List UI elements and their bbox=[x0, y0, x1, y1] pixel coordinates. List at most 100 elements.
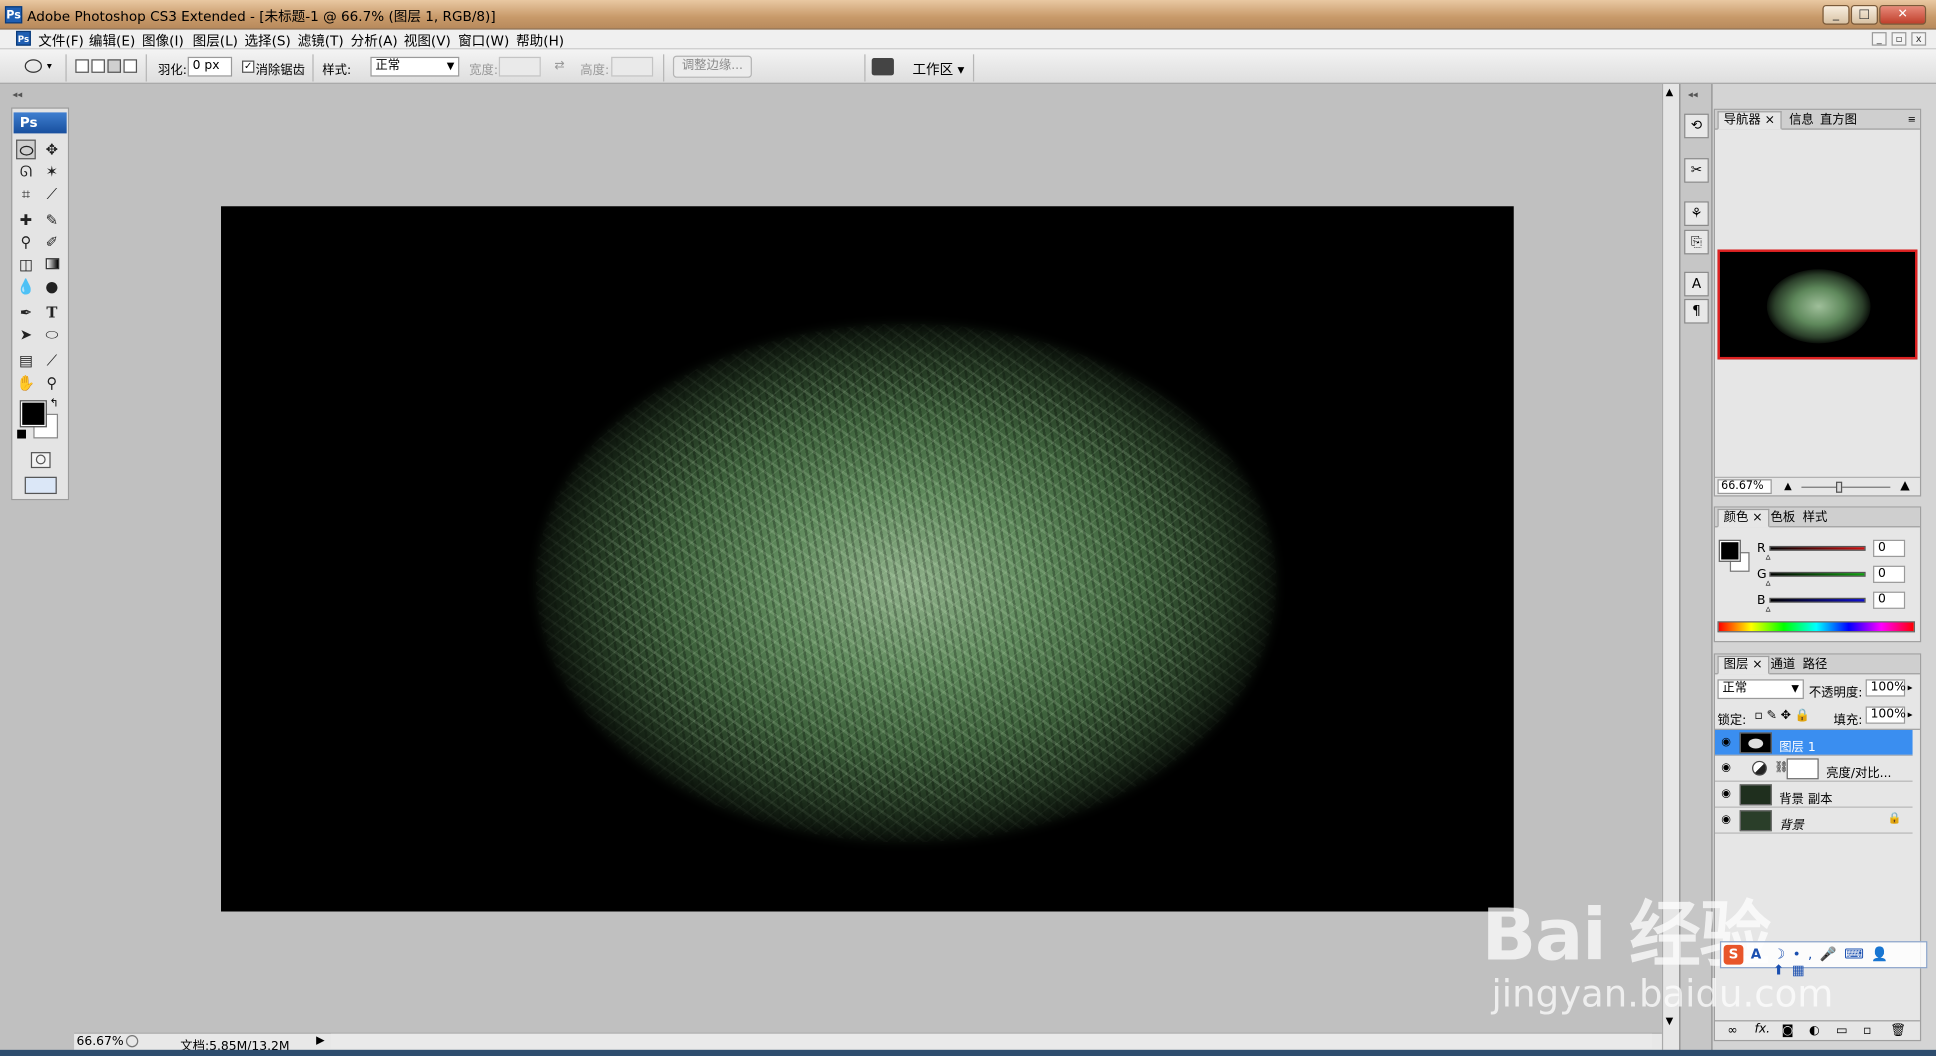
panel-menu-icon[interactable]: ≡ bbox=[1908, 114, 1916, 125]
feather-input[interactable]: 0 px bbox=[187, 56, 233, 77]
layer-row-layer1[interactable]: ◉ 图层 1 bbox=[1714, 729, 1913, 756]
eye-icon[interactable]: ◉ bbox=[1719, 736, 1734, 748]
antialias-checkbox[interactable]: ✓ bbox=[242, 60, 255, 73]
style-select[interactable]: 正常 ▼ bbox=[370, 56, 460, 77]
default-colors-icon[interactable] bbox=[17, 429, 26, 439]
magic-wand-tool[interactable]: ✶ bbox=[42, 162, 62, 182]
zoom-in-icon[interactable]: ▲ bbox=[1900, 479, 1910, 493]
zoom-slider[interactable] bbox=[1801, 486, 1891, 488]
menu-select[interactable]: 选择(S) bbox=[244, 31, 290, 51]
clone-stamp-tool[interactable]: ⚲ bbox=[16, 232, 36, 252]
crop-tool[interactable]: ⌗ bbox=[16, 184, 36, 204]
doc-restore-button[interactable]: ▫ bbox=[1891, 32, 1907, 46]
menu-analysis[interactable]: 分析(A) bbox=[351, 31, 398, 51]
maximize-button[interactable]: □ bbox=[1850, 4, 1878, 25]
gradient-tool[interactable] bbox=[42, 254, 62, 274]
blur-tool[interactable]: 💧 bbox=[16, 277, 36, 297]
color-spectrum-bar[interactable] bbox=[1717, 621, 1916, 633]
character-panel-icon[interactable]: A bbox=[1684, 271, 1709, 297]
eraser-tool[interactable]: ◫ bbox=[16, 254, 36, 274]
tab-navigator[interactable]: 导航器 × bbox=[1717, 111, 1782, 130]
lock-icons[interactable]: ▫✎✥🔒 bbox=[1755, 709, 1814, 723]
tool-preset-dropdown-icon[interactable]: ▾ bbox=[47, 61, 52, 72]
ime-mode-label[interactable]: A bbox=[1751, 946, 1762, 962]
tab-color[interactable]: 颜色 × bbox=[1717, 508, 1769, 528]
intersect-selection-icon[interactable] bbox=[123, 59, 138, 73]
ime-tool-icons[interactable]: ☽•,🎤⌨👤⬆▦ bbox=[1773, 946, 1926, 978]
document-canvas[interactable] bbox=[221, 206, 1514, 912]
bridge-icon[interactable] bbox=[871, 58, 894, 76]
ime-logo-icon[interactable]: S bbox=[1723, 944, 1744, 965]
elliptical-marquee-tool[interactable] bbox=[16, 139, 36, 160]
eye-icon[interactable]: ◉ bbox=[1719, 814, 1734, 826]
blend-mode-select[interactable]: 正常 ▼ bbox=[1717, 679, 1804, 700]
zoom-out-icon[interactable]: ▲ bbox=[1784, 480, 1792, 491]
navigator-zoom-input[interactable]: 66.67% bbox=[1717, 479, 1772, 495]
opacity-input[interactable]: 100% bbox=[1865, 679, 1906, 697]
doc-minimize-button[interactable]: _ bbox=[1871, 32, 1887, 46]
eyedropper-tool[interactable]: ⟋ bbox=[42, 351, 62, 371]
blue-slider[interactable] bbox=[1769, 597, 1866, 603]
menu-image[interactable]: 图像(I) bbox=[142, 31, 184, 51]
status-info-icon[interactable] bbox=[125, 1035, 139, 1048]
tab-layers[interactable]: 图层 × bbox=[1717, 655, 1769, 675]
path-selection-tool[interactable]: ➤ bbox=[16, 325, 36, 345]
add-selection-icon[interactable] bbox=[91, 59, 105, 73]
lasso-tool[interactable]: ᘏ bbox=[16, 162, 36, 182]
type-tool[interactable]: T bbox=[42, 303, 62, 323]
paragraph-panel-icon[interactable]: ¶ bbox=[1684, 298, 1709, 324]
zoom-level[interactable]: 66.67% bbox=[77, 1035, 124, 1049]
red-thumb-icon[interactable]: ▵ bbox=[1766, 551, 1771, 562]
green-value[interactable]: 0 bbox=[1873, 565, 1906, 583]
brush-tool[interactable]: ✎ bbox=[42, 210, 62, 230]
blue-thumb-icon[interactable]: ▵ bbox=[1766, 603, 1771, 614]
blue-value[interactable]: 0 bbox=[1873, 591, 1906, 609]
foreground-color-swatch[interactable] bbox=[19, 400, 47, 428]
healing-brush-tool[interactable]: ✚ bbox=[16, 210, 36, 230]
brushes-icon[interactable]: ⚘ bbox=[1684, 201, 1709, 227]
screen-mode-button[interactable] bbox=[24, 476, 57, 495]
navigator-preview[interactable] bbox=[1717, 249, 1918, 360]
tab-paths[interactable]: 路径 bbox=[1796, 656, 1833, 675]
height-input[interactable] bbox=[611, 56, 654, 77]
green-thumb-icon[interactable]: ▵ bbox=[1766, 577, 1771, 588]
layer-row-bg-copy[interactable]: ◉ 背景 副本 bbox=[1714, 782, 1913, 808]
history-brush-tool[interactable]: ✐ bbox=[42, 232, 62, 252]
menu-filter[interactable]: 滤镜(T) bbox=[298, 31, 344, 51]
swap-colors-icon[interactable]: ↰ bbox=[49, 398, 58, 410]
slice-tool[interactable]: ⟋ bbox=[42, 184, 62, 204]
zoom-tool[interactable]: ⚲ bbox=[42, 373, 62, 393]
zoom-slider-thumb[interactable] bbox=[1835, 481, 1843, 493]
quick-mask-button[interactable] bbox=[30, 452, 51, 469]
menu-file[interactable]: 文件(F) bbox=[38, 31, 84, 51]
layer-row-brightness[interactable]: ◉ ⛓ 亮度/对比... bbox=[1714, 756, 1913, 782]
fill-input[interactable]: 100% bbox=[1865, 706, 1906, 724]
red-slider[interactable] bbox=[1769, 545, 1866, 551]
shape-tool[interactable]: ⬭ bbox=[42, 325, 62, 345]
minimize-button[interactable]: _ bbox=[1822, 4, 1850, 25]
tool-presets-icon[interactable]: ✂ bbox=[1684, 158, 1709, 183]
fill-arrow-icon[interactable]: ▸ bbox=[1908, 709, 1913, 720]
eye-icon[interactable]: ◉ bbox=[1719, 762, 1734, 774]
layer-name[interactable]: 背景 bbox=[1779, 814, 1804, 833]
opacity-arrow-icon[interactable]: ▸ bbox=[1908, 682, 1913, 693]
dodge-tool[interactable]: ● bbox=[42, 277, 62, 297]
history-panel-icon[interactable]: ⟲ bbox=[1684, 113, 1709, 139]
workspace-menu[interactable]: 工作区 ▾ bbox=[912, 59, 964, 79]
notes-tool[interactable]: ▤ bbox=[16, 351, 36, 371]
new-selection-icon[interactable] bbox=[75, 59, 89, 73]
eye-icon[interactable]: ◉ bbox=[1719, 788, 1734, 800]
status-menu-arrow-icon[interactable]: ▶ bbox=[316, 1035, 325, 1047]
width-input[interactable] bbox=[498, 56, 541, 77]
horizontal-scrollbar[interactable] bbox=[330, 1033, 1653, 1049]
red-value[interactable]: 0 bbox=[1873, 539, 1906, 558]
menu-help[interactable]: 帮助(H) bbox=[516, 31, 564, 51]
scroll-up-icon[interactable]: ▲ bbox=[1666, 86, 1674, 97]
elliptical-marquee-icon[interactable] bbox=[24, 59, 42, 73]
close-button[interactable]: ✕ bbox=[1879, 4, 1927, 25]
move-tool[interactable]: ✥ bbox=[42, 140, 62, 160]
green-slider[interactable] bbox=[1769, 571, 1866, 577]
doc-close-button[interactable]: x bbox=[1911, 32, 1927, 46]
layer-name[interactable]: 图层 1 bbox=[1779, 736, 1815, 755]
menu-edit[interactable]: 编辑(E) bbox=[89, 31, 135, 51]
